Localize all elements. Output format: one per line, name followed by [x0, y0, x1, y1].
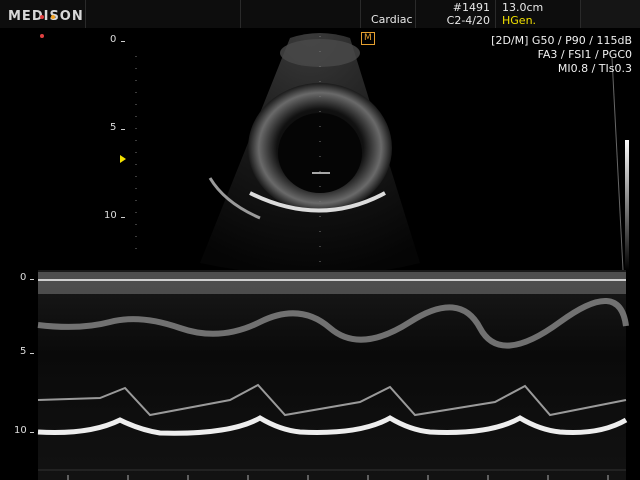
- focus-marker-icon: [120, 155, 126, 163]
- header-cell-pattern: [580, 0, 640, 28]
- sector-edge-line: [611, 57, 624, 270]
- mode-params: [2D/M] G50 / P90 / 115dB: [491, 34, 632, 47]
- brand-dots-icon: [40, 4, 70, 38]
- bmode-depth-0: 0: [110, 34, 117, 45]
- bmode-depth-10: 10: [104, 210, 117, 221]
- header-cell-app: Cardiac: [360, 0, 416, 28]
- image-number: #1491: [452, 1, 490, 14]
- m-line-badge: M: [361, 32, 375, 45]
- header-cell-2: [240, 0, 361, 28]
- mmode-depth-10: 10: [14, 425, 27, 436]
- mmode-depth-0: 0: [20, 272, 27, 283]
- header-cell-depth: 13.0cm HGen.: [495, 0, 581, 28]
- focus-params: FA3 / FSI1 / PGC0: [537, 48, 632, 61]
- application-label: Cardiac: [371, 13, 413, 26]
- bmode-tick-0: [121, 41, 125, 42]
- bmode-depth-5: 5: [110, 122, 117, 133]
- depth-value: 13.0cm: [502, 1, 544, 14]
- safety-index: MI0.8 / TIs0.3: [557, 62, 632, 75]
- mmode-near-band: [38, 272, 626, 294]
- mmode-tick-10: [30, 432, 34, 433]
- harmonic-mode: HGen.: [502, 14, 537, 27]
- mmode-tick-0: [30, 279, 34, 280]
- header-cell-probe: #1491 C2-4/20: [415, 0, 496, 28]
- mmode-trace: [37, 270, 629, 480]
- bmode-image: [135, 33, 624, 270]
- grayscale-bar: [625, 140, 629, 270]
- mmode-tick-5: [30, 353, 34, 354]
- near-field-echo: [280, 39, 360, 67]
- header-cell-1: [85, 0, 241, 28]
- probe-label: C2-4/20: [446, 14, 490, 27]
- brand-logo: MEDISON: [8, 9, 84, 24]
- ventricle-cavity: [278, 113, 362, 193]
- header-bar: MEDISON Cardiac #1491 C2-4/20 13.0cm HGe…: [0, 0, 640, 38]
- bmode-tick-10: [121, 217, 125, 218]
- mmode-area: [38, 270, 626, 480]
- bmode-tick-5: [121, 129, 125, 130]
- mmode-depth-5: 5: [20, 346, 27, 357]
- ultrasound-screen: MEDISON Cardiac #1491 C2-4/20 13.0cm HGe…: [0, 0, 640, 480]
